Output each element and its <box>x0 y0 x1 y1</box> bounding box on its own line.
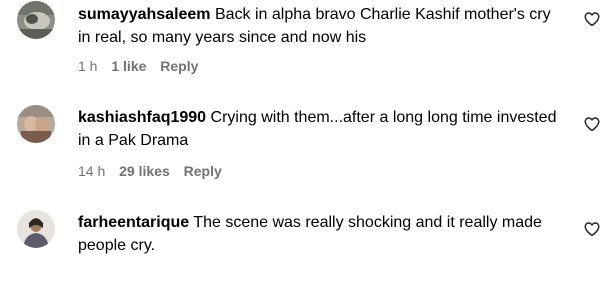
comment-body: farheentarique The scene was really shoc… <box>78 211 567 257</box>
comment-meta: 14 h 29 likes Reply <box>78 162 232 180</box>
comment-username[interactable]: kashiashfaq1990 <box>78 109 206 126</box>
comment-time: 14 h <box>78 163 106 179</box>
comment-meta: 1 h 1 like Reply <box>78 57 208 75</box>
comment-body: kashiashfaq1990 Crying with them...after… <box>78 106 567 152</box>
avatar[interactable] <box>17 210 55 248</box>
comment-time: 1 h <box>78 58 98 74</box>
comment-username[interactable]: farheentarique <box>78 214 189 231</box>
heart-outline-icon[interactable] <box>583 115 601 133</box>
avatar[interactable] <box>17 105 55 143</box>
comment-username[interactable]: sumayyahsaleem <box>78 6 211 23</box>
comment-meta <box>78 266 108 284</box>
avatar[interactable] <box>17 1 55 39</box>
comment-body: sumayyahsaleem Back in alpha bravo Charl… <box>78 3 567 49</box>
reply-button[interactable]: Reply <box>160 58 198 74</box>
heart-outline-icon[interactable] <box>583 220 601 238</box>
comment-likes[interactable]: 1 like <box>111 58 146 74</box>
comment-likes[interactable]: 29 likes <box>119 163 170 179</box>
heart-outline-icon[interactable] <box>583 10 601 28</box>
reply-button[interactable]: Reply <box>184 163 222 179</box>
